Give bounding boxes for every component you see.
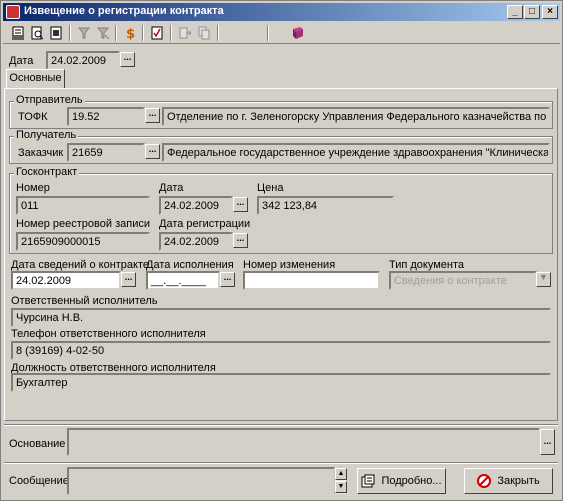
exec-date-label: Дата исполнения xyxy=(146,259,234,271)
message-scrollbar[interactable]: ▲ ▼ xyxy=(334,468,347,494)
copy-icon xyxy=(198,26,210,40)
toolbar-separator xyxy=(69,25,71,41)
money-tool-button[interactable]: $ xyxy=(121,24,139,42)
toolbar-separator xyxy=(217,25,219,41)
message-label: Сообщение xyxy=(9,475,69,487)
change-number-label: Номер изменения xyxy=(243,259,336,271)
contract-group: Госконтракт Номер 011 Дата 24.02.2009 ..… xyxy=(9,166,553,254)
change-number-field[interactable] xyxy=(243,271,380,290)
close-window-button[interactable]: × xyxy=(542,5,558,19)
basis-field[interactable] xyxy=(67,428,540,456)
close-button-label: Закрыть xyxy=(497,475,540,487)
contract-date-picker-button[interactable]: ... xyxy=(233,197,248,212)
exec-date-picker-button[interactable]: ... xyxy=(220,272,235,287)
book-tool-button[interactable] xyxy=(289,24,307,42)
scroll-down-icon[interactable]: ▼ xyxy=(335,481,347,493)
preview-tool-button[interactable] xyxy=(28,24,46,42)
tofk-name-field[interactable]: Отделение по г. Зеленогорску Управления … xyxy=(162,107,550,126)
send-icon xyxy=(179,27,191,39)
export-tool-button[interactable] xyxy=(47,24,65,42)
date-label: Дата xyxy=(9,55,34,67)
doc-type-label: Тип документа xyxy=(389,259,465,271)
scroll-up-icon[interactable]: ▲ xyxy=(335,468,347,480)
contract-group-title: Госконтракт xyxy=(14,166,80,178)
recipient-group-title: Получатель xyxy=(14,129,79,141)
clear-filter-tool-button[interactable] xyxy=(94,24,112,42)
checklist-icon xyxy=(151,26,163,40)
toolbar: $ xyxy=(3,22,560,44)
toolbar-separator xyxy=(170,25,172,41)
tab-main[interactable]: Основные xyxy=(6,69,65,89)
main-panel: Отправитель ТОФК 19.52 ... Отделение по … xyxy=(4,88,558,421)
sender-group-title: Отправитель xyxy=(14,94,85,106)
basis-label: Основание xyxy=(9,438,66,450)
responsible-position-field[interactable]: Бухгалтер xyxy=(11,373,551,392)
registration-date-label: Дата регистрации xyxy=(159,218,251,230)
responsible-person-label: Ответственный исполнитель xyxy=(11,295,158,307)
recipient-group: Получатель Заказчик 21659 ... Федерально… xyxy=(9,129,553,164)
contract-date-label: Дата xyxy=(159,182,184,194)
clear-filter-icon xyxy=(97,27,109,40)
registry-number-field[interactable]: 2165909000015 xyxy=(16,232,150,251)
info-date-picker-button[interactable]: ... xyxy=(121,272,136,287)
print-icon xyxy=(12,26,24,40)
toolbar-separator xyxy=(142,25,144,41)
tofk-select-button[interactable]: ... xyxy=(145,108,160,123)
toolbar-separator xyxy=(115,25,117,41)
contract-price-field[interactable]: 342 123,84 xyxy=(257,196,394,215)
print-tool-button[interactable] xyxy=(9,24,27,42)
customer-label: Заказчик xyxy=(18,147,64,159)
footer-separator xyxy=(4,424,558,426)
footer-separator xyxy=(4,462,558,464)
registration-date-picker-button[interactable]: ... xyxy=(233,233,248,248)
doc-type-dropdown-icon[interactable]: ▼ xyxy=(536,272,551,287)
customer-select-button[interactable]: ... xyxy=(145,144,160,159)
contract-date-field[interactable]: 24.02.2009 xyxy=(159,196,233,215)
app-icon xyxy=(6,5,20,19)
minimize-button[interactable]: _ xyxy=(507,5,523,19)
details-button-label: Подробно... xyxy=(381,475,442,487)
responsible-phone-label: Телефон ответственного исполнителя xyxy=(11,328,206,340)
customer-name-field[interactable]: Федеральное государственное учреждение з… xyxy=(162,143,550,162)
contract-price-label: Цена xyxy=(257,182,284,194)
toolbar-separator xyxy=(267,25,269,41)
registry-number-label: Номер реестровой записи xyxy=(16,218,150,230)
contract-registration-window: Извещение о регистрации контракта _ □ × … xyxy=(0,0,563,501)
contract-number-label: Номер xyxy=(16,182,50,194)
customer-code-field[interactable]: 21659 xyxy=(67,143,145,162)
info-date-field[interactable]: 24.02.2009 xyxy=(11,271,121,290)
exec-date-field[interactable]: __.__.____ xyxy=(146,271,220,290)
responsible-person-field[interactable]: Чурсина Н.В. xyxy=(11,308,551,327)
tofk-label: ТОФК xyxy=(18,111,48,123)
basis-select-button[interactable]: ... xyxy=(540,429,555,455)
filter-tool-button[interactable] xyxy=(75,24,93,42)
filter-icon xyxy=(78,27,90,39)
book-icon xyxy=(293,27,303,39)
send-tool-button[interactable] xyxy=(176,24,194,42)
checklist-tool-button[interactable] xyxy=(148,24,166,42)
tofk-code-field[interactable]: 19.52 xyxy=(67,107,145,126)
stop-icon xyxy=(477,474,492,489)
details-icon xyxy=(361,474,375,488)
doc-type-select[interactable]: Сведения о контракте xyxy=(389,271,537,290)
contract-number-field[interactable]: 011 xyxy=(16,196,150,215)
registration-date-field[interactable]: 24.02.2009 xyxy=(159,232,233,251)
window-title: Извещение о регистрации контракта xyxy=(24,5,224,17)
info-date-label: Дата сведений о контракте xyxy=(11,259,150,271)
dollar-icon: $ xyxy=(126,27,135,40)
svg-text:$: $ xyxy=(126,27,135,40)
date-picker-button[interactable]: ... xyxy=(120,52,135,67)
details-button[interactable]: Подробно... xyxy=(357,468,446,494)
copy-tool-button[interactable] xyxy=(195,24,213,42)
preview-icon xyxy=(31,26,43,40)
sender-group: Отправитель ТОФК 19.52 ... Отделение по … xyxy=(9,94,553,129)
close-button[interactable]: Закрыть xyxy=(464,468,553,494)
title-bar: Извещение о регистрации контракта _ □ × xyxy=(3,3,560,21)
maximize-button[interactable]: □ xyxy=(524,5,540,19)
date-field[interactable]: 24.02.2009 xyxy=(46,51,120,70)
responsible-phone-field[interactable]: 8 (39169) 4-02-50 xyxy=(11,341,551,360)
message-field[interactable] xyxy=(67,467,335,495)
document-icon xyxy=(50,26,62,40)
